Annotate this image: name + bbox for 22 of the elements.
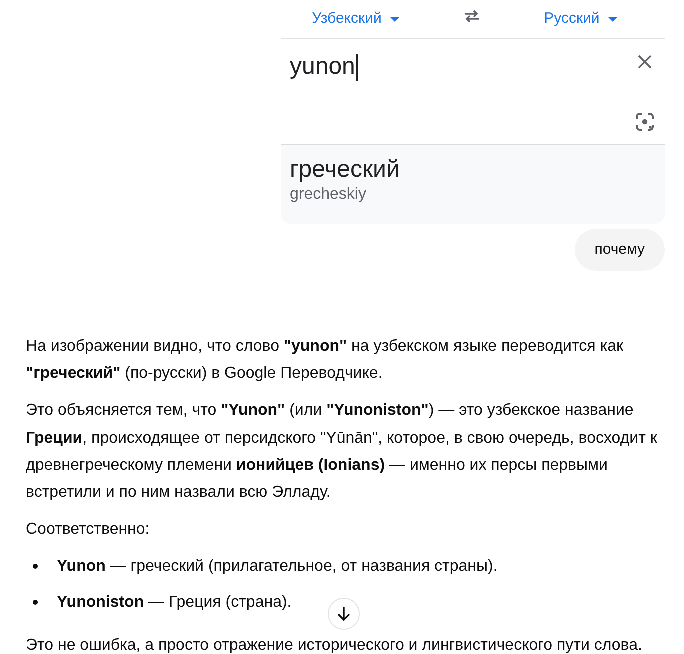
arrow-down-icon: [337, 606, 351, 622]
text-cursor: [356, 54, 358, 80]
bullet-icon: [33, 600, 38, 606]
message-paragraph: На изображении видно, что слово "yunon" на узбекском языке переводится как "греческий" (по-русски) в Google Переводчике.: [26, 337, 624, 384]
swap-languages-icon[interactable]: [462, 9, 482, 23]
source-language-button[interactable]: Узбекский: [312, 8, 400, 30]
list-item-text: Yunon — греческий (прилагательное, от названия страны).: [57, 557, 498, 578]
close-icon[interactable]: [638, 55, 652, 69]
camera-search-icon[interactable]: [636, 113, 654, 131]
user-message: почему: [574, 229, 665, 271]
list-item-text: Yunoniston — Греция (страна).: [57, 593, 292, 614]
source-text-field[interactable]: yunon: [281, 39, 625, 144]
target-language-button[interactable]: Русский: [544, 8, 618, 30]
translation-text: греческий: [290, 155, 400, 185]
caret-down-icon: [608, 16, 618, 22]
transliteration-text: grecheskiy: [290, 185, 366, 205]
scroll-down-button[interactable]: [328, 598, 360, 630]
message-paragraph: Соответственно:: [26, 520, 151, 540]
message-paragraph: Это не ошибка, а просто отражение исторического и лингвистического пути слова.: [26, 636, 644, 654]
message-paragraph: Это объясняется тем, что "Yunon" (или "Yunoniston") — это узбекское название Греции, происходящее от персидского "Yūnān", которое, в свою очередь, восходит к древнегреческому племени ионийцев (Ionians) — именно их персы первыми встретили и по ним назвали всю Элладу.: [26, 401, 658, 504]
caret-down-icon: [390, 16, 400, 22]
bullet-icon: [33, 564, 38, 570]
